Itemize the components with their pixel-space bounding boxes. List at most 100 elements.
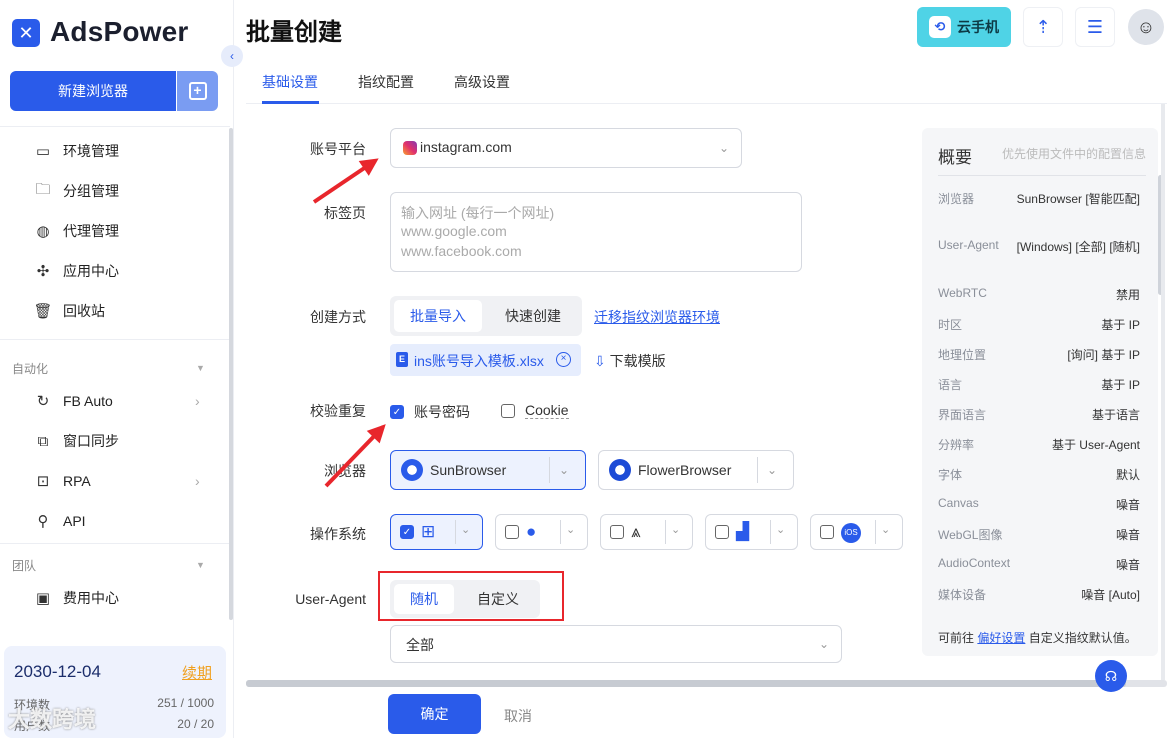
- summary-title: 概要: [938, 148, 972, 167]
- tabs-placeholder-line: www.google.com: [401, 223, 507, 239]
- checkbox-checked-icon: ✓: [400, 525, 414, 539]
- summary-key: 地理位置: [938, 348, 987, 362]
- summary-key: WebRTC: [938, 286, 987, 300]
- summary-value: 基于 IP: [1101, 318, 1140, 332]
- checkbox-unchecked-icon: [501, 403, 515, 418]
- env-count-value: 251 / 1000: [157, 696, 214, 710]
- ua-select[interactable]: ⌄: [390, 625, 842, 663]
- chevron-down-icon[interactable]: ⌄: [671, 523, 680, 536]
- task-list-icon[interactable]: ☰: [1075, 7, 1115, 47]
- os-android[interactable]: ▟ ⌄: [705, 514, 798, 550]
- browser-flowerbrowser[interactable]: FlowerBrowser ⌄: [598, 450, 794, 490]
- dedupe-account-checkbox[interactable]: ✓ 账号密码: [390, 402, 470, 422]
- tab-advanced[interactable]: 高级设置: [454, 72, 510, 92]
- user-count-value: 20 / 20: [177, 717, 214, 731]
- new-browser-batch-button[interactable]: +: [177, 71, 218, 111]
- chevron-down-icon[interactable]: ⌄: [559, 463, 569, 477]
- divider: [560, 520, 561, 544]
- summary-footer: 可前往 偏好设置 自定义指纹默认值。: [938, 631, 1137, 645]
- summary-key: 语言: [938, 378, 963, 392]
- trash-icon: 🗑: [33, 303, 53, 320]
- os-linux[interactable]: ⩓ ⌄: [600, 514, 693, 550]
- new-browser-button[interactable]: 新建浏览器: [10, 71, 176, 111]
- platform-label: 账号平台: [310, 141, 366, 157]
- tab-basic[interactable]: 基础设置: [262, 72, 318, 92]
- checkbox-unchecked-icon: [820, 525, 834, 539]
- preferences-link[interactable]: 偏好设置: [977, 631, 1025, 645]
- summary-key: 浏览器: [938, 192, 975, 206]
- collapse-sidebar-button[interactable]: ‹: [221, 45, 243, 67]
- sidebar-item-trash[interactable]: 🗑 回收站: [33, 299, 105, 323]
- headset-icon[interactable]: ☊: [1095, 660, 1127, 692]
- sidebar-item-window-sync[interactable]: ⧉ 窗口同步: [33, 429, 119, 453]
- chevron-down-icon: ⌄: [718, 141, 729, 155]
- upload-icon[interactable]: ⇡: [1023, 7, 1063, 47]
- annotation-highlight-box: [378, 571, 564, 621]
- chevron-down-icon[interactable]: ⌄: [767, 463, 777, 477]
- sidebar-item-rpa[interactable]: ⊡ RPA ›: [33, 469, 213, 493]
- sidebar-item-apps[interactable]: ✣ 应用中心: [33, 259, 119, 283]
- form-scrollbar-track[interactable]: [1161, 104, 1165, 680]
- os-windows[interactable]: ✓ ⊞ ⌄: [390, 514, 483, 550]
- summary-divider: [938, 175, 1146, 176]
- active-tab-indicator: [262, 101, 319, 104]
- method-batch-import[interactable]: 批量导入: [394, 300, 482, 332]
- cancel-button[interactable]: 取消: [504, 706, 532, 726]
- sidebar-item-billing[interactable]: ▣ 费用中心: [33, 586, 119, 610]
- section-team: 团队: [12, 559, 37, 573]
- close-icon[interactable]: ×: [556, 352, 571, 367]
- confirm-button[interactable]: 确定: [388, 694, 481, 734]
- migrate-link[interactable]: 迁移指纹浏览器环境: [594, 307, 720, 327]
- avatar[interactable]: ☺: [1128, 9, 1164, 45]
- summary-hint: 优先使用文件中的配置信息: [1002, 147, 1147, 161]
- expire-date: 2030-12-04: [14, 662, 101, 681]
- divider: [665, 520, 666, 544]
- summary-key: User-Agent: [938, 238, 999, 252]
- sidebar-item-env[interactable]: ▭ 环境管理: [33, 139, 119, 163]
- summary-value: [Windows] [全部] [随机]: [1016, 240, 1140, 254]
- renew-link[interactable]: 续期: [182, 662, 212, 683]
- horizontal-scrollbar-thumb[interactable]: [246, 680, 1126, 687]
- summary-key: AudioContext: [938, 556, 1011, 570]
- browser-sunbrowser[interactable]: SunBrowser ⌄: [390, 450, 586, 490]
- apple-icon: ●: [526, 522, 537, 541]
- robot-icon: ⊡: [36, 473, 50, 490]
- download-icon: ⇩: [594, 353, 606, 369]
- app-logo-text: AdsPower: [50, 16, 189, 47]
- sidebar-item-group[interactable]: 🗀 分组管理: [33, 179, 119, 203]
- chevron-right-icon: ›: [195, 393, 200, 409]
- method-quick-create[interactable]: 快速创建: [488, 300, 578, 332]
- android-icon: ▟: [736, 522, 750, 541]
- chevron-down-icon[interactable]: ⌄: [461, 523, 470, 536]
- sidebar-item-api[interactable]: ⚲ API: [33, 509, 86, 533]
- download-template-button[interactable]: ⇩ 下载模版: [594, 351, 666, 371]
- summary-key: 界面语言: [938, 408, 987, 422]
- sidebar-item-proxy[interactable]: ◍ 代理管理: [33, 219, 119, 243]
- summary-key: 分辨率: [938, 438, 975, 452]
- puzzle-icon: ✣: [36, 263, 50, 280]
- summary-key: WebGL图像: [938, 528, 1003, 542]
- summary-value: 基于语言: [1091, 408, 1140, 422]
- chevron-down-icon[interactable]: ⌄: [881, 523, 890, 536]
- sidebar-scrollbar[interactable]: [229, 128, 233, 620]
- os-ios[interactable]: iOS ⌄: [810, 514, 903, 550]
- globe-icon: ◍: [36, 223, 50, 240]
- annotation-arrow: [312, 158, 377, 204]
- divider: [549, 457, 550, 483]
- chevron-down-icon[interactable]: ⌄: [776, 523, 785, 536]
- ua-select-value: 全部: [406, 637, 434, 653]
- caret-down-icon[interactable]: ▼: [196, 363, 205, 373]
- cloud-phone-button[interactable]: ⟲ 云手机: [917, 7, 1011, 47]
- os-macos[interactable]: ● ⌄: [495, 514, 588, 550]
- sync-icon: ⧉: [37, 432, 49, 450]
- chevron-right-icon: ›: [195, 473, 200, 489]
- sidebar-item-fb-auto[interactable]: ↻ FB Auto ›: [33, 389, 213, 413]
- api-icon: ⚲: [37, 513, 49, 530]
- divider: [770, 520, 771, 544]
- chevron-down-icon[interactable]: ⌄: [566, 523, 575, 536]
- dedupe-cookie-checkbox[interactable]: Cookie: [501, 402, 569, 419]
- caret-down-icon[interactable]: ▼: [196, 560, 205, 570]
- tab-fingerprint[interactable]: 指纹配置: [358, 72, 414, 92]
- checkbox-unchecked-icon: [610, 525, 624, 539]
- summary-value: 噪音: [1115, 558, 1140, 572]
